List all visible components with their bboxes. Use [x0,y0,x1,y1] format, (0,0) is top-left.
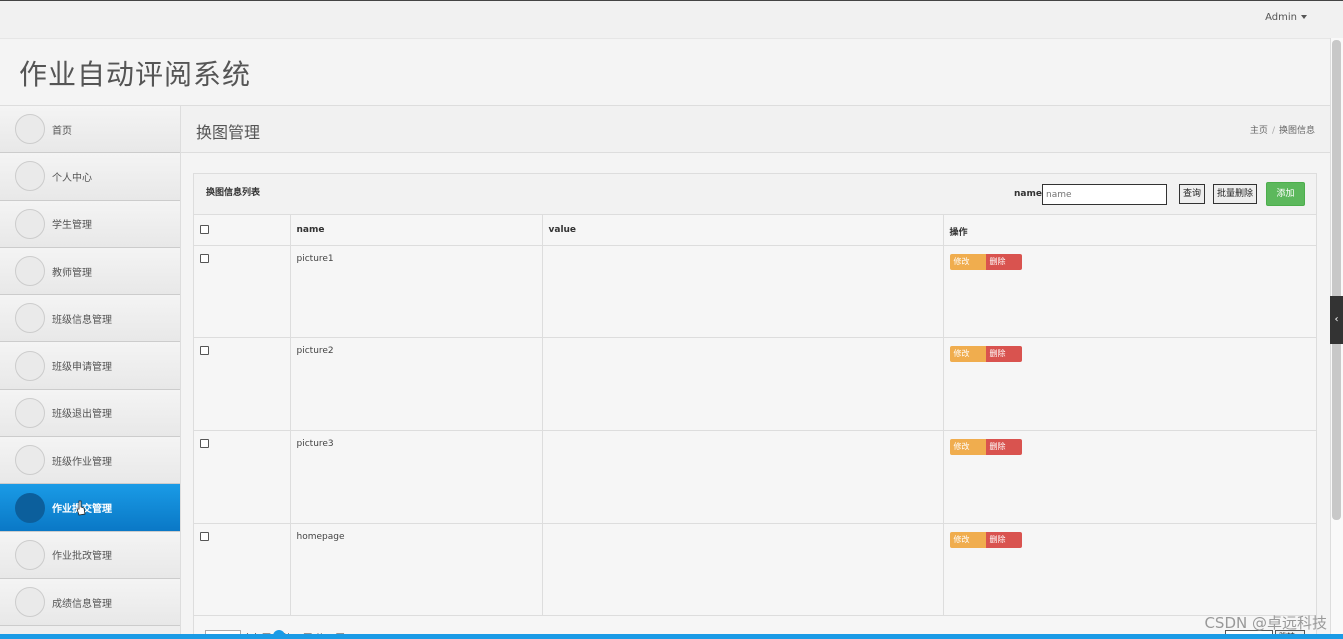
row-select-cell [194,337,291,431]
video-progress-knob[interactable] [273,630,285,639]
data-table: name value 操作 picture1 修改 删除 picture2 修改删… [194,215,1317,617]
menu-circle-icon [15,445,45,476]
sidebar-item-homework-grading[interactable]: 作业批改管理 [0,531,180,579]
sidebar-item-label: 班级申请管理 [52,362,112,374]
breadcrumb-current: 换图信息 [1278,126,1315,136]
sidebar-item-label: 个人中心 [52,172,92,184]
table-row: homepage 修改 删除 [194,523,1317,617]
main-content: 换图管理 主页/换图信息 换图信息列表 name 查询 批量删除 添加 name… [181,106,1330,639]
row-checkbox[interactable] [200,253,209,263]
chevron-left-icon[interactable]: ‹ [1330,296,1343,344]
value-cell [542,337,944,431]
column-header-actions: 操作 [943,215,1317,246]
menu-circle-icon [15,114,45,145]
breadcrumb-home[interactable]: 主页 [1250,126,1268,136]
sidebar-item-label: 班级作业管理 [52,456,112,468]
sidebar-item-label: 教师管理 [52,267,92,279]
sidebar-item-label: 学生管理 [52,220,92,232]
row-checkbox[interactable] [200,531,209,541]
row-select-cell [194,430,291,524]
top-bar: Admin [0,0,1343,38]
value-cell [542,430,944,524]
row-checkbox[interactable] [200,346,209,356]
actions-cell: 修改 删除 [943,245,1317,339]
sidebar-item-class-exit[interactable]: 班级退出管理 [0,389,180,438]
sidebar-item-grades[interactable]: 成绩信息管理 [0,578,180,627]
app-title: 作业自动评阅系统 [19,58,252,91]
edit-button[interactable]: 修改 [949,253,986,270]
user-menu[interactable]: Admin [1265,12,1307,23]
sidebar-item-home[interactable]: 首页 [0,106,180,154]
delete-button[interactable]: 删除 [985,253,1022,270]
panel-header: 换图信息列表 name 查询 批量删除 添加 [194,174,1316,215]
panel-title: 换图信息列表 [206,188,261,198]
sidebar-item-class-apply[interactable]: 班级申请管理 [0,342,180,390]
edit-button[interactable]: 修改 [949,438,986,455]
table-header-row: name value 操作 [194,215,1317,246]
search-label: name [1014,189,1042,199]
sidebar-item-homework-submit[interactable]: 作业提交管理 [0,484,180,532]
menu-circle-icon [15,397,45,428]
user-menu-label[interactable]: Admin [1265,12,1297,23]
sidebar-item-students[interactable]: 学生管理 [0,200,180,248]
delete-button[interactable]: 删除 [985,531,1022,548]
menu-circle-icon [15,587,45,618]
sidebar: 首页 个人中心 学生管理 教师管理 班级信息管理 班级申请管理 班级退出管理 班… [0,106,181,639]
list-panel: 换图信息列表 name 查询 批量删除 添加 name value 操作 pic… [193,173,1317,639]
row-select-cell [194,245,291,339]
watermark: CSDN @卓远科技 [1204,614,1327,632]
delete-button[interactable]: 删除 [985,438,1022,455]
sidebar-item-label: 首页 [52,125,72,137]
page-header: 换图管理 主页 / 换图信息 [181,106,1330,153]
menu-circle-icon [15,161,45,192]
menu-circle-icon [15,539,45,570]
value-cell [542,523,944,617]
edit-button[interactable]: 修改 [949,531,986,548]
name-cell: homepage [290,523,543,617]
table-row: picture2 修改 删除 [194,337,1317,431]
name-cell: picture2 [290,337,543,431]
select-all-checkbox[interactable] [200,225,209,234]
row-select-cell [194,523,291,617]
video-progress-bar[interactable] [0,634,1343,639]
sidebar-item-profile[interactable]: 个人中心 [0,153,180,201]
breadcrumb-separator: / [1271,126,1275,136]
delete-button[interactable]: 删除 [985,346,1022,363]
menu-circle-icon [15,350,45,381]
actions-cell: 修改 删除 [943,523,1317,617]
menu-circle-icon [15,492,45,523]
menu-circle-icon [15,208,45,239]
chevron-down-icon[interactable] [1301,15,1307,19]
select-all-cell [194,215,291,246]
menu-circle-icon [15,256,45,287]
sidebar-item-label: 作业批改管理 [52,551,112,563]
column-header-name: name [290,215,543,246]
table-row: picture3 修改 删除 [194,430,1317,524]
menu-circle-icon [15,303,45,334]
batch-delete-button[interactable]: 批量删除 [1213,184,1258,204]
column-header-value: value [542,215,944,246]
search-input[interactable] [1042,184,1167,205]
name-cell: picture3 [290,430,543,524]
header: 作业自动评阅系统 [0,38,1330,106]
actions-cell: 修改 删除 [943,337,1317,431]
sidebar-item-class-homework[interactable]: 班级作业管理 [0,437,180,485]
actions-cell: 修改 删除 [943,430,1317,524]
sidebar-item-label: 班级退出管理 [52,409,112,421]
table-row: picture1 修改 删除 [194,245,1317,339]
sidebar-item-class-info[interactable]: 班级信息管理 [0,295,180,343]
page-title: 换图管理 [196,123,261,142]
value-cell [542,245,944,339]
hand-cursor-icon [76,500,86,516]
sidebar-item-label: 班级信息管理 [52,314,112,326]
add-button[interactable]: 添加 [1266,182,1305,206]
edit-button[interactable]: 修改 [949,346,986,363]
query-button[interactable]: 查询 [1179,184,1206,204]
name-cell: picture1 [290,245,543,339]
page-scrollbar-thumb[interactable] [1332,40,1341,520]
breadcrumb: 主页 / 换图信息 [1250,123,1315,136]
row-checkbox[interactable] [200,438,209,448]
sidebar-item-teachers[interactable]: 教师管理 [0,247,180,296]
sidebar-item-label: 成绩信息管理 [52,598,112,610]
